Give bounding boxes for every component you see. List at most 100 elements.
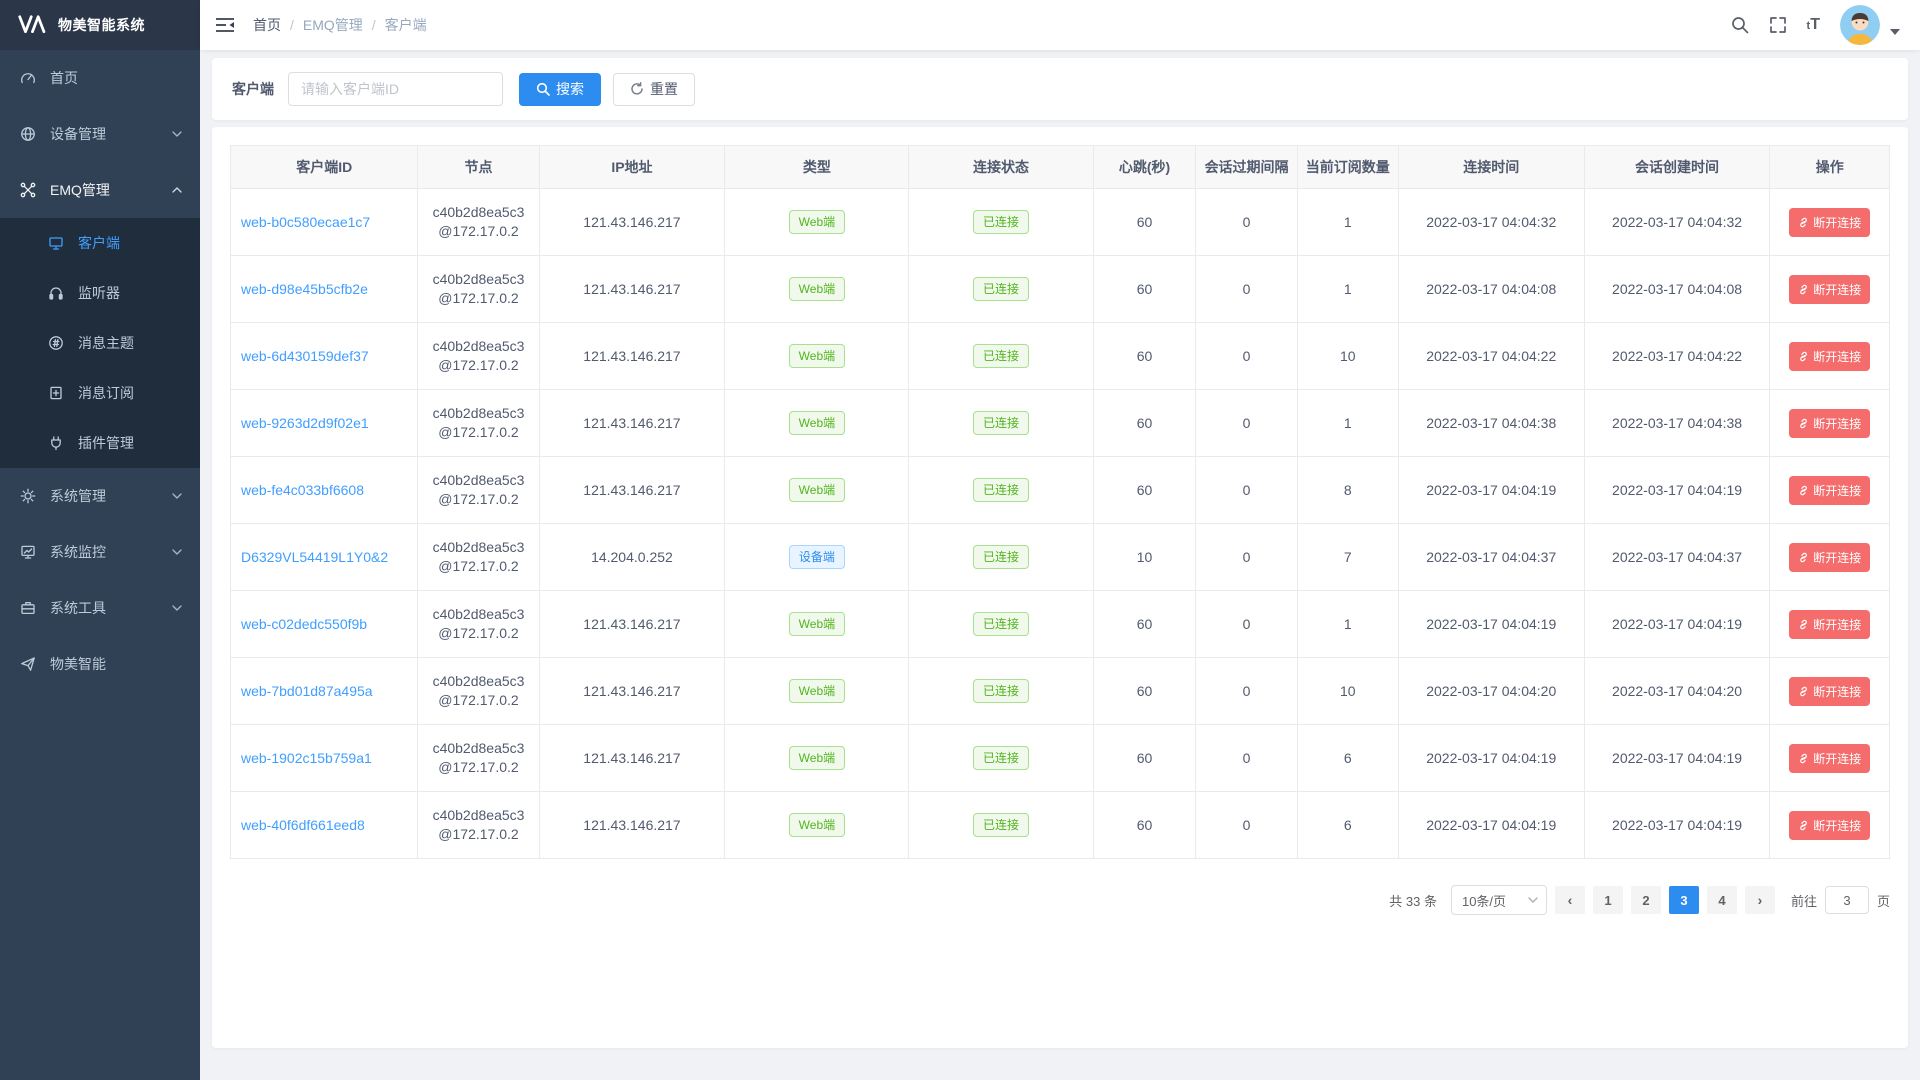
- sidebar-item-system-mgmt[interactable]: 系统管理: [0, 468, 200, 524]
- sidebar-item-clients[interactable]: 客户端: [0, 218, 200, 268]
- sidebar-item-emq-mgmt[interactable]: EMQ管理: [0, 162, 200, 218]
- node-address: @172.17.0.2: [418, 758, 538, 777]
- search-icon[interactable]: [1731, 16, 1749, 34]
- ip-cell: 121.43.146.217: [539, 658, 725, 725]
- clients-table: 客户端ID节点IP地址类型连接状态心跳(秒)会话过期间隔当前订阅数量连接时间会话…: [230, 145, 1890, 859]
- disconnect-button-label: 断开连接: [1813, 214, 1861, 231]
- table-row: web-1902c15b759a1 c40b2d8ea5c3 @172.17.0…: [231, 725, 1890, 792]
- monitor-icon: [20, 544, 36, 560]
- subscriptions-cell: 6: [1297, 725, 1398, 792]
- table-row: web-c02dedc550f9b c40b2d8ea5c3 @172.17.0…: [231, 591, 1890, 658]
- client-id-input[interactable]: [288, 72, 503, 106]
- subscriptions-cell: 10: [1297, 323, 1398, 390]
- client-id-link[interactable]: web-7bd01d87a495a: [241, 683, 373, 699]
- breadcrumb-home[interactable]: 首页: [253, 15, 281, 35]
- search-field-label: 客户端: [232, 79, 274, 99]
- disconnect-button[interactable]: 断开连接: [1789, 208, 1870, 237]
- sidebar-item-label: 系统工具: [50, 598, 172, 618]
- caret-down-icon[interactable]: [1890, 29, 1900, 35]
- subscriptions-cell: 10: [1297, 658, 1398, 725]
- disconnect-button[interactable]: 断开连接: [1789, 744, 1870, 773]
- session-created-cell: 2022-03-17 04:04:19: [1584, 725, 1770, 792]
- page-button-1[interactable]: 1: [1593, 886, 1623, 914]
- disconnect-button-label: 断开连接: [1813, 549, 1861, 566]
- sidebar-item-label: 消息订阅: [78, 383, 182, 403]
- subscriptions-cell: 1: [1297, 189, 1398, 256]
- chevron-down-icon: [172, 131, 182, 137]
- disconnect-button[interactable]: 断开连接: [1789, 409, 1870, 438]
- sidebar-fold-icon[interactable]: [215, 17, 235, 33]
- heartbeat-cell: 60: [1093, 658, 1196, 725]
- disconnect-button-label: 断开连接: [1813, 817, 1861, 834]
- breadcrumb-emq[interactable]: EMQ管理: [303, 15, 363, 35]
- subscriptions-cell: 1: [1297, 591, 1398, 658]
- column-header: 连接时间: [1398, 146, 1584, 189]
- page-button-3[interactable]: 3: [1669, 886, 1699, 914]
- pagination: 共 33 条 10条/页 ‹ 1234 › 前往 页: [230, 885, 1890, 915]
- client-id-link[interactable]: web-9263d2d9f02e1: [241, 415, 369, 431]
- disconnect-button[interactable]: 断开连接: [1789, 342, 1870, 371]
- sidebar-item-subscriptions[interactable]: 消息订阅: [0, 368, 200, 418]
- type-badge: Web端: [789, 277, 845, 301]
- session-expiry-cell: 0: [1196, 725, 1297, 792]
- sidebar-item-device-mgmt[interactable]: 设备管理: [0, 106, 200, 162]
- prev-page-button[interactable]: ‹: [1555, 886, 1585, 914]
- client-id-link[interactable]: web-40f6df661eed8: [241, 817, 365, 833]
- client-id-link[interactable]: web-1902c15b759a1: [241, 750, 372, 766]
- disconnect-button[interactable]: 断开连接: [1789, 543, 1870, 572]
- client-id-link[interactable]: web-b0c580ecae1c7: [241, 214, 370, 230]
- disconnect-button[interactable]: 断开连接: [1789, 476, 1870, 505]
- column-header: 会话创建时间: [1584, 146, 1770, 189]
- session-created-cell: 2022-03-17 04:04:37: [1584, 524, 1770, 591]
- fullscreen-icon[interactable]: [1769, 16, 1787, 34]
- type-badge: Web端: [789, 411, 845, 435]
- column-header: 类型: [725, 146, 909, 189]
- reset-button-label: 重置: [650, 79, 678, 99]
- link-icon: [1798, 552, 1809, 563]
- link-icon: [1798, 686, 1809, 697]
- node-name: c40b2d8ea5c3: [418, 471, 538, 490]
- breadcrumb: 首页 / EMQ管理 / 客户端: [253, 15, 427, 35]
- sidebar-item-plugins[interactable]: 插件管理: [0, 418, 200, 468]
- logo-icon: [18, 15, 48, 35]
- link-icon: [1798, 619, 1809, 630]
- link-icon: [1798, 217, 1809, 228]
- goto-page-input[interactable]: [1825, 886, 1869, 914]
- sidebar-item-home[interactable]: 首页: [0, 50, 200, 106]
- avatar[interactable]: [1840, 5, 1880, 45]
- client-id-link[interactable]: web-fe4c033bf6608: [241, 482, 364, 498]
- page-size-select[interactable]: 10条/页: [1451, 885, 1547, 915]
- sidebar-item-label: 监听器: [78, 283, 182, 303]
- disconnect-button[interactable]: 断开连接: [1789, 610, 1870, 639]
- node-address: @172.17.0.2: [418, 423, 538, 442]
- sidebar-item-listeners[interactable]: 监听器: [0, 268, 200, 318]
- sidebar-item-system-tools[interactable]: 系统工具: [0, 580, 200, 636]
- disconnect-button[interactable]: 断开连接: [1789, 677, 1870, 706]
- sidebar-item-wumei-smart[interactable]: 物美智能: [0, 636, 200, 692]
- disconnect-button[interactable]: 断开连接: [1789, 275, 1870, 304]
- sidebar-item-topics[interactable]: 消息主题: [0, 318, 200, 368]
- page-button-4[interactable]: 4: [1707, 886, 1737, 914]
- chevron-down-icon: [172, 605, 182, 611]
- app-logo[interactable]: 物美智能系统: [0, 0, 200, 50]
- gear-icon: [20, 488, 36, 504]
- page-button-2[interactable]: 2: [1631, 886, 1661, 914]
- client-id-link[interactable]: D6329VL54419L1Y0&2: [241, 549, 388, 565]
- heartbeat-cell: 60: [1093, 189, 1196, 256]
- sidebar-item-system-monitor[interactable]: 系统监控: [0, 524, 200, 580]
- client-id-link[interactable]: web-d98e45b5cfb2e: [241, 281, 368, 297]
- client-id-link[interactable]: web-6d430159def37: [241, 348, 369, 364]
- node-address: @172.17.0.2: [418, 289, 538, 308]
- search-button[interactable]: 搜索: [519, 73, 601, 106]
- reset-button[interactable]: 重置: [613, 73, 695, 106]
- session-expiry-cell: 0: [1196, 390, 1297, 457]
- status-badge: 已连接: [973, 210, 1029, 234]
- node-address: @172.17.0.2: [418, 490, 538, 509]
- connected-at-cell: 2022-03-17 04:04:38: [1398, 390, 1584, 457]
- column-header: 心跳(秒): [1093, 146, 1196, 189]
- font-size-icon[interactable]: tT: [1807, 16, 1820, 34]
- heartbeat-cell: 60: [1093, 390, 1196, 457]
- client-id-link[interactable]: web-c02dedc550f9b: [241, 616, 367, 632]
- disconnect-button[interactable]: 断开连接: [1789, 811, 1870, 840]
- next-page-button[interactable]: ›: [1745, 886, 1775, 914]
